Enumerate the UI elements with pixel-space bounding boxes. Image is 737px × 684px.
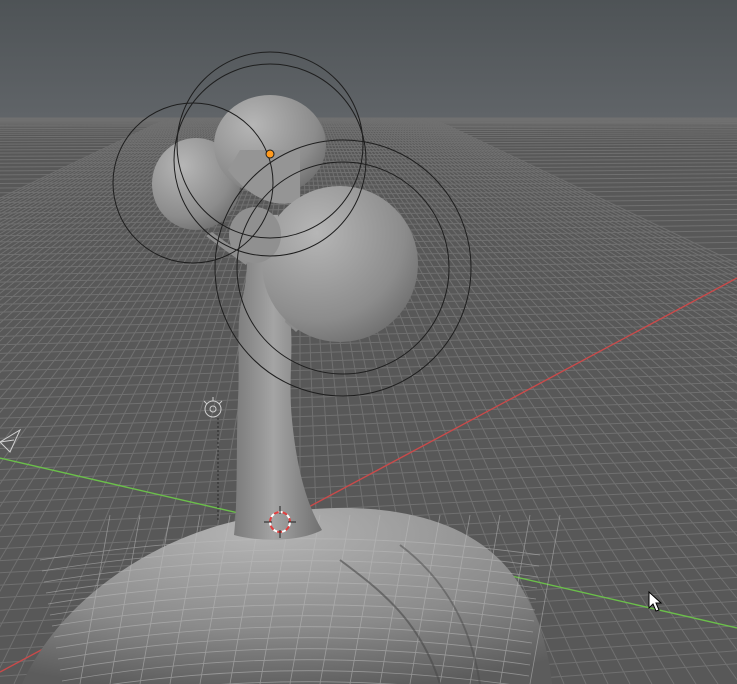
active-vertex-point[interactable] <box>265 149 275 159</box>
viewport-background <box>0 0 737 130</box>
viewport-canvas[interactable] <box>0 0 737 684</box>
grid-line <box>0 123 737 125</box>
3d-viewport[interactable] <box>0 0 737 684</box>
